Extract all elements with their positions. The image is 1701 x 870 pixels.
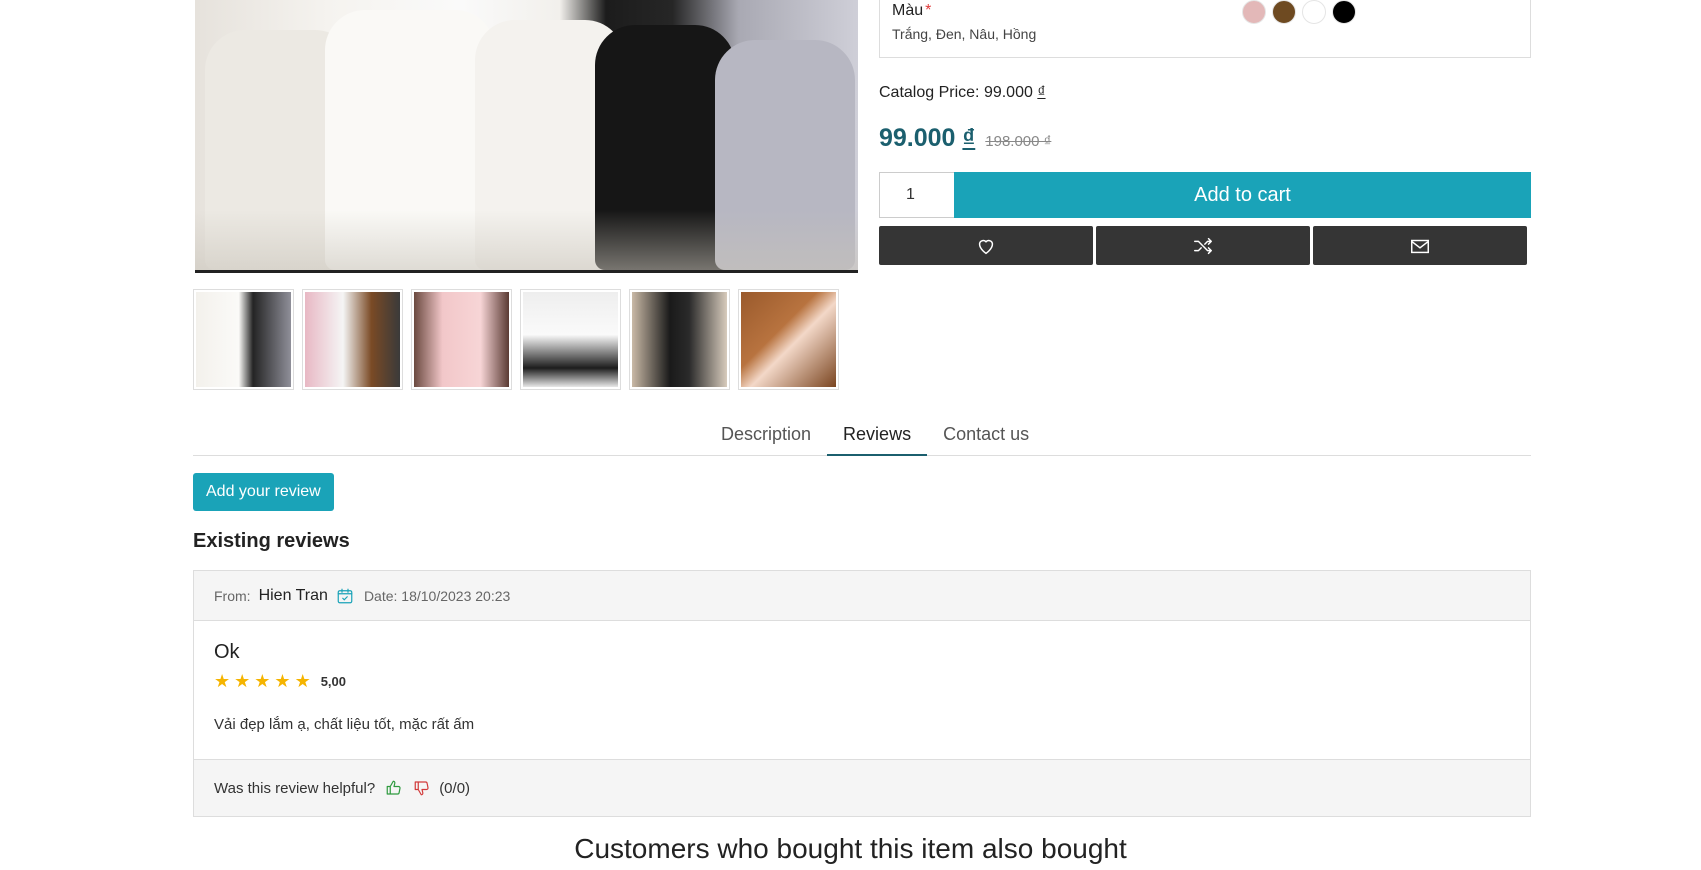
review-body: Ok ★ ★ ★ ★ ★ 5,00 Vải đẹp lắm ạ, chất liệu t…: [194, 621, 1530, 733]
tab-list: Description Reviews Contact us: [705, 418, 1045, 456]
catalog-price: Catalog Price: 99.000 ₫: [879, 84, 1046, 102]
review-text: Vải đẹp lắm ạ, chất liệu tốt, mặc rất ấm: [214, 716, 475, 733]
color-swatch[interactable]: [1272, 0, 1296, 24]
review-card: From: Hien Tran Date: 18/10/2023 20:23 O…: [193, 570, 1531, 817]
add-to-compare-button[interactable]: [1096, 226, 1310, 265]
color-attribute-box: Màu * Trắng, Đen, Nâu, Hồng: [879, 0, 1531, 58]
thumbnail-strip: [193, 289, 839, 390]
helpful-question: Was this review helpful?: [214, 779, 376, 797]
star-icon: ★: [254, 671, 271, 691]
current-price: 99.000 ₫: [879, 124, 975, 153]
add-review-button[interactable]: Add your review: [193, 473, 334, 511]
existing-reviews-heading: Existing reviews: [193, 530, 350, 552]
helpful-count: (0/0): [439, 779, 471, 797]
color-attribute-label: Màu *: [892, 2, 931, 20]
catalog-price-text: Catalog Price: 99.000: [879, 84, 1033, 101]
product-actions: [879, 226, 1527, 265]
star-icon: ★: [214, 671, 231, 691]
thumbnail-image: [414, 292, 509, 387]
thumbs-down-icon[interactable]: [413, 779, 431, 797]
required-mark: *: [925, 2, 932, 19]
thumbnail-2[interactable]: [302, 289, 403, 390]
email-a-friend-button[interactable]: [1313, 226, 1527, 265]
color-swatch[interactable]: [1302, 0, 1326, 24]
thumbnail-image: [632, 292, 727, 387]
old-price: 198.000 ₫: [985, 133, 1052, 150]
thumbnail-3[interactable]: [411, 289, 512, 390]
add-to-wishlist-button[interactable]: [879, 226, 1093, 265]
thumbnail-6[interactable]: [738, 289, 839, 390]
review-header: From: Hien Tran Date: 18/10/2023 20:23: [194, 571, 1530, 621]
tab-reviews[interactable]: Reviews: [827, 418, 928, 456]
thumbnail-image: [523, 292, 618, 387]
review-rating: ★ ★ ★ ★ ★ 5,00: [214, 672, 1510, 690]
shuffle-icon: [1194, 237, 1212, 254]
heart-icon: [978, 239, 994, 254]
calendar-icon: [337, 588, 353, 603]
star-icon: ★: [274, 671, 291, 691]
tab-contact-us[interactable]: Contact us: [927, 418, 1045, 456]
thumbnail-image: [196, 292, 291, 387]
star-icon: ★: [294, 671, 311, 691]
attribute-label-text: Màu: [892, 2, 924, 19]
current-price-value: 99.000: [879, 124, 956, 152]
add-to-cart-button[interactable]: Add to cart: [954, 172, 1531, 218]
envelope-icon: [1411, 239, 1429, 253]
catalog-price-currency: ₫: [1037, 84, 1046, 101]
color-swatches: [1242, 0, 1356, 24]
review-helpfulness: Was this review helpful? (0/0): [194, 759, 1530, 816]
rating-value: 5,00: [320, 673, 347, 689]
thumbnail-4[interactable]: [520, 289, 621, 390]
from-label: From:: [214, 587, 251, 604]
thumbs-up-icon[interactable]: [385, 779, 403, 797]
also-bought-heading: Customers who bought this item also boug…: [574, 833, 1127, 864]
main-product-image[interactable]: [195, 0, 858, 273]
review-title: Ok: [214, 641, 240, 663]
product-tabs: Description Reviews Contact us: [193, 418, 1531, 456]
color-swatch[interactable]: [1242, 0, 1266, 24]
thumbnail-image: [741, 292, 836, 387]
color-values-text: Trắng, Đen, Nâu, Hồng: [892, 26, 1037, 42]
color-swatch[interactable]: [1332, 0, 1356, 24]
thumbnail-image: [305, 292, 400, 387]
price-row: 99.000 ₫ 198.000 ₫: [879, 124, 1051, 153]
tab-description[interactable]: Description: [705, 418, 827, 456]
review-author[interactable]: Hien Tran: [259, 587, 328, 605]
review-date: Date: 18/10/2023 20:23: [363, 587, 511, 604]
rating-stars: ★ ★ ★ ★ ★: [214, 672, 311, 690]
thumbnail-5[interactable]: [629, 289, 730, 390]
quantity-input[interactable]: [879, 172, 954, 218]
thumbnail-1[interactable]: [193, 289, 294, 390]
star-icon: ★: [234, 671, 251, 691]
add-to-cart-row: Add to cart: [879, 172, 1531, 218]
current-price-currency: ₫: [962, 124, 976, 152]
